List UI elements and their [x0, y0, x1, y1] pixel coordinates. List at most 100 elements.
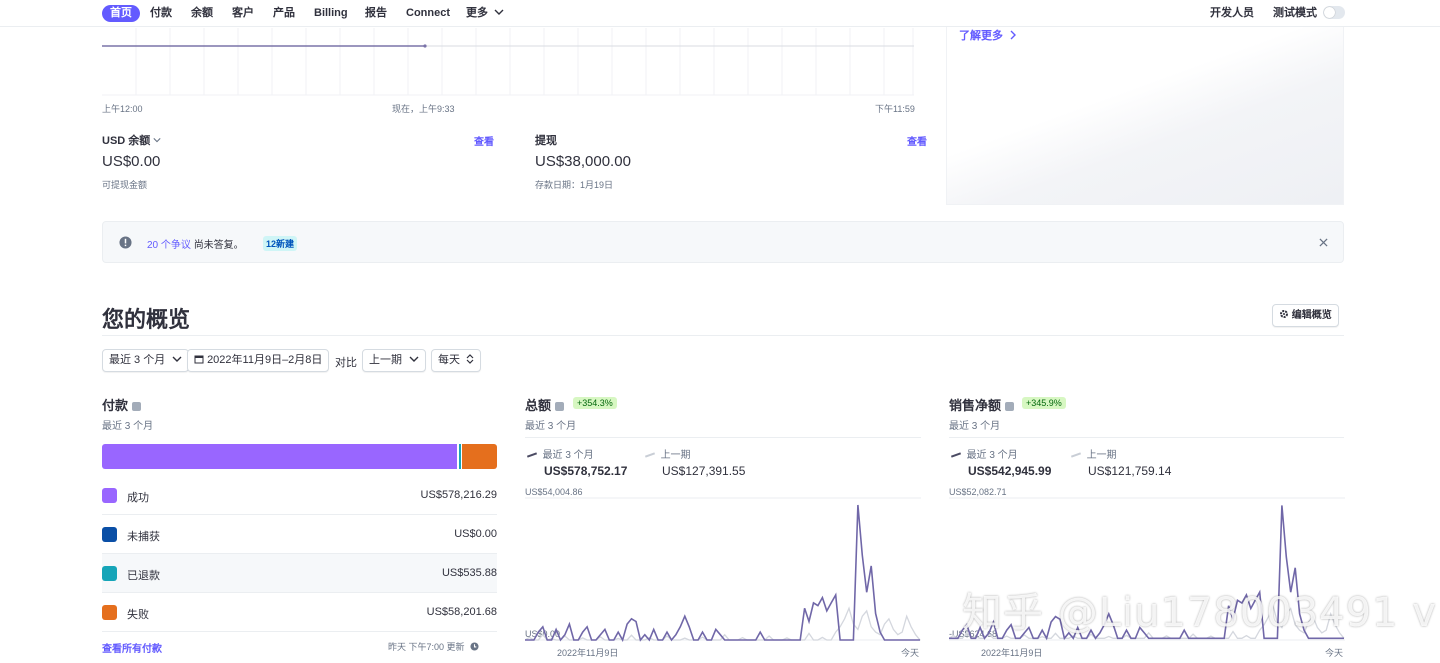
usd-view-link[interactable]: 查看 [474, 133, 494, 148]
divider [525, 437, 921, 438]
nav-more-label: 更多 [466, 7, 488, 19]
nav-home[interactable]: 首页 [102, 5, 140, 22]
chevron-down-icon [494, 9, 504, 15]
payments-subtitle: 最近 3 个月 [102, 421, 154, 432]
edit-overview-label: 编辑概览 [1291, 310, 1332, 321]
payout-title: 提现 [535, 135, 557, 147]
disputes-link[interactable]: 20 个争议 [147, 240, 191, 251]
payout-sub: 存款日期：1月19日 [535, 180, 614, 190]
status-value: US$58,201.68 [426, 606, 497, 618]
test-mode-toggle[interactable] [1323, 6, 1345, 19]
payments-stacked-bar [102, 444, 497, 469]
clock-icon [470, 642, 479, 651]
usd-balance-amount: US$0.00 [102, 153, 161, 170]
nav-billing[interactable]: Billing [314, 5, 348, 22]
promo-panel: 了解更多 [946, 27, 1344, 205]
gross-subtitle: 最近 3 个月 [525, 421, 577, 432]
gross-line-chart [525, 497, 921, 642]
usd-balance-sub: 可提现金额 [102, 180, 148, 190]
series-swatch [526, 452, 538, 459]
payout-view-link[interactable]: 查看 [907, 133, 927, 148]
compare-label: 对比 [335, 357, 357, 369]
toggle-knob [1324, 7, 1335, 18]
status-swatch [102, 527, 117, 542]
net-subtitle: 最近 3 个月 [949, 421, 1001, 432]
divider [102, 335, 1344, 336]
nav-connect[interactable]: Connect [406, 5, 450, 22]
gross-title: 总额 [525, 395, 565, 414]
range-select-value: 最近 3 个月 [109, 354, 166, 366]
disputes-message: 20 个争议 尚未答复。 [147, 236, 244, 251]
net-current-label: 最近 3 个月 [966, 450, 1018, 461]
bar-segment-0 [102, 444, 457, 469]
learn-more-text: 了解更多 [959, 30, 1003, 42]
status-swatch [102, 566, 117, 581]
net-x-end: 今天 [1325, 648, 1344, 658]
gross-change-badge: +354.3% [573, 397, 617, 409]
payment-status-row[interactable]: 未捕获 US$0.00 [102, 515, 497, 554]
status-value: US$0.00 [454, 528, 497, 540]
today-now-label: 现在，上午9:33 [392, 104, 455, 114]
nav-payments[interactable]: 付款 [150, 5, 172, 22]
status-label: 失败 [127, 609, 149, 621]
interval-select[interactable]: 每天 [431, 349, 482, 372]
gear-icon [1280, 310, 1288, 318]
chevron-down-icon [153, 138, 161, 143]
edit-overview-button[interactable]: 编辑概览 [1272, 304, 1339, 327]
status-label: 已退款 [127, 570, 160, 582]
status-label: 成功 [127, 492, 149, 504]
payments-updated: 昨天 下午7:00 更新 [388, 640, 479, 653]
gross-current-legend: 最近 3 个月 [526, 446, 594, 461]
compare-select-value: 上一期 [369, 354, 402, 366]
gross-current-label: 最近 3 个月 [542, 450, 594, 461]
date-range-picker[interactable]: 2022年11月9日–2月8日 [187, 349, 330, 372]
status-label: 未捕获 [127, 531, 160, 543]
alert-icon [119, 236, 132, 249]
payment-status-row[interactable]: 失败 US$58,201.68 [102, 593, 497, 632]
nav-more[interactable]: 更多 [466, 5, 504, 22]
gross-y-top: US$54,004.86 [525, 487, 583, 497]
nav-balances[interactable]: 余额 [191, 5, 213, 22]
gross-previous-label: 上一期 [660, 450, 691, 461]
chevron-updown-icon [466, 354, 474, 364]
gross-title-text: 总额 [525, 398, 552, 413]
developers-link[interactable]: 开发人员 [1210, 5, 1254, 22]
info-icon[interactable] [132, 402, 142, 412]
range-select[interactable]: 最近 3 个月 [102, 349, 190, 372]
payout-amount: US$38,000.00 [535, 153, 631, 170]
net-current-value: US$542,945.99 [968, 464, 1052, 478]
net-previous-value: US$121,759.14 [1088, 464, 1172, 478]
today-chart [102, 28, 914, 96]
today-now-dot [423, 44, 427, 48]
chevron-down-icon [172, 356, 182, 362]
net-y-top: US$52,082.71 [949, 487, 1007, 497]
usd-balance-title[interactable]: USD 余额 [102, 132, 161, 148]
status-value: US$535.88 [441, 567, 497, 579]
payment-status-row[interactable]: 成功 US$578,216.29 [102, 476, 497, 515]
usd-balance-title-text: USD 余额 [102, 135, 151, 147]
info-icon[interactable] [555, 402, 565, 412]
payments-title-text: 付款 [102, 398, 129, 413]
interval-select-value: 每天 [438, 354, 460, 366]
nav-reports[interactable]: 报告 [365, 5, 387, 22]
gross-x-start: 2022年11月9日 [557, 648, 619, 658]
info-icon[interactable] [1005, 402, 1015, 412]
net-change-badge: +345.9% [1022, 397, 1066, 409]
learn-more-link[interactable]: 了解更多 [959, 27, 1017, 43]
gross-x-end: 今天 [901, 648, 920, 658]
top-nav: 首页 付款 余额 客户 产品 Billing 报告 Connect 更多 开发人… [0, 0, 1440, 27]
net-title-text: 销售净额 [949, 398, 1002, 413]
view-all-payments-link[interactable]: 查看所有付款 [102, 640, 162, 655]
watermark-text: 知乎 @Liu178003491 v [962, 590, 1437, 636]
net-previous-legend: 上一期 [1070, 446, 1117, 461]
gross-previous-legend: 上一期 [644, 446, 691, 461]
payments-title: 付款 [102, 395, 142, 414]
nav-customers[interactable]: 客户 [232, 5, 254, 22]
payment-status-row[interactable]: 已退款 US$535.88 [102, 554, 497, 593]
status-swatch [102, 605, 117, 620]
gross-previous-value: US$127,391.55 [662, 464, 746, 478]
close-icon[interactable] [1319, 238, 1328, 247]
net-previous-label: 上一期 [1086, 450, 1117, 461]
compare-select[interactable]: 上一期 [362, 349, 427, 372]
nav-products[interactable]: 产品 [273, 5, 295, 22]
